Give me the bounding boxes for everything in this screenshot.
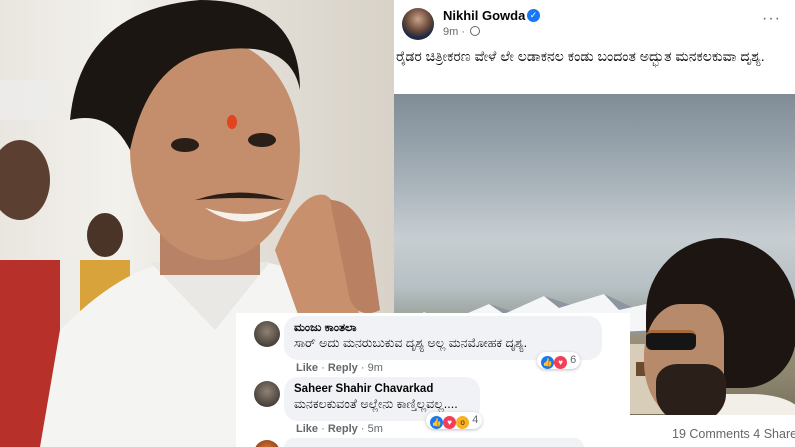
post-timestamp[interactable]: 9m: [443, 26, 458, 38]
globe-icon: [470, 26, 481, 36]
author-name[interactable]: Nikhil Gowda: [443, 8, 525, 23]
commenter-name[interactable]: ಮಂಜು ಕಾಂತಲಾ: [294, 321, 592, 335]
author-avatar[interactable]: [402, 8, 434, 40]
man-beard: [656, 364, 726, 415]
commenter-avatar[interactable]: [254, 440, 280, 447]
like-reaction-icon: 👍: [430, 416, 443, 429]
comment-time[interactable]: 9m: [368, 362, 383, 374]
comment-time[interactable]: 5m: [368, 423, 383, 435]
reply-link[interactable]: Reply: [328, 362, 358, 374]
heart-reaction-icon: ♥: [443, 416, 457, 429]
verified-badge-icon: ✓: [527, 9, 540, 22]
post-footer: 19 Comments 4 Shares: [630, 415, 795, 447]
more-options-icon[interactable]: ···: [762, 10, 781, 28]
post-text: ರೈಡರ ಚಿತ್ರೀಕರಣ ವೇಳೆ ಲೇ ಲಡಾಕನಲ ಕಂಡು ಬಂದಂತ…: [396, 48, 765, 64]
heart-reaction-icon: ♥: [554, 356, 568, 369]
like-link[interactable]: Like: [296, 362, 318, 374]
comment-reactions[interactable]: 👍 ♥ 6: [537, 352, 581, 369]
like-link[interactable]: Like: [296, 423, 318, 435]
action-separator: ·: [360, 423, 365, 435]
wow-reaction-icon: o: [456, 416, 470, 429]
engagement-counts: 19 Comments 4 Shares: [672, 427, 795, 441]
comment-bubble: [284, 438, 584, 447]
like-reaction-icon: 👍: [541, 356, 554, 369]
comments-count[interactable]: 19 Comments: [672, 427, 750, 441]
reaction-count: 4: [472, 414, 479, 426]
comments-section: ಮಂಜು ಕಾಂತಲಾ ಸಾರ್ ಅದು ಮನರುಬುಕುವ ದೃಶ್ಯ ಅಲ್…: [236, 313, 630, 447]
comment-reactions[interactable]: 👍 ♥ o 4: [426, 412, 483, 429]
comment-text: ಸಾರ್ ಅದು ಮನರುಬುಕುವ ದೃಶ್ಯ ಅಲ್ಲ ಮನಮೋಹಕ ದೃಶ…: [294, 336, 528, 350]
commenter-avatar[interactable]: [254, 321, 280, 347]
reaction-count: 6: [570, 354, 577, 366]
commenter-name[interactable]: Saheer Shahir Chavarkad: [294, 382, 470, 396]
post-meta: 9m ·: [443, 26, 481, 38]
action-separator: ·: [321, 423, 325, 435]
post-header: Nikhil Gowda ✓ 9m · ···: [394, 0, 795, 44]
shares-count[interactable]: 4 Shares: [753, 427, 795, 441]
action-separator: ·: [321, 362, 325, 374]
commenter-avatar[interactable]: [254, 381, 280, 407]
reply-link[interactable]: Reply: [328, 423, 358, 435]
comment-text: ಮನಕಲಕುವಂತೆ ಅಲ್ಲೇನು ಕಾಣ್ತಿಲ್ಲವಲ್ಲ....: [294, 397, 458, 411]
comment-actions: Like · Reply · 9m: [296, 362, 383, 374]
sunglasses: [646, 330, 696, 350]
meta-separator: ·: [461, 26, 466, 38]
action-separator: ·: [360, 362, 365, 374]
comment-actions: Like · Reply · 5m: [296, 423, 383, 435]
